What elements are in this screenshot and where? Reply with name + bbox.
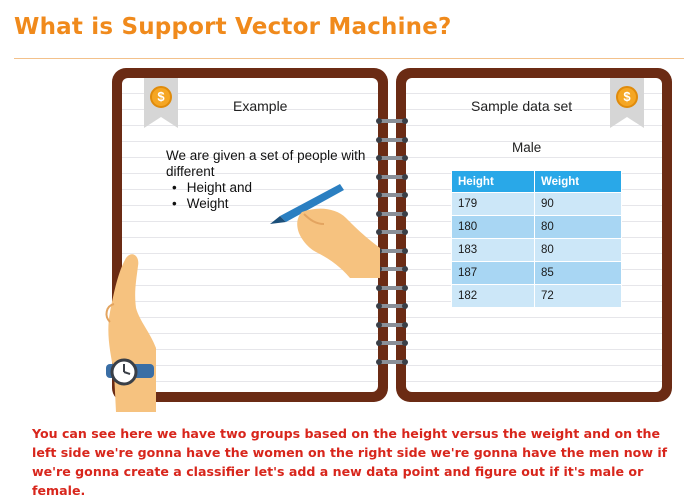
table-row: 179 90 — [451, 192, 622, 216]
spiral-ring — [374, 320, 410, 330]
sample-data-table: Height Weight 179 90 180 80 183 80 187 8… — [451, 170, 622, 308]
table-cell: 182 — [451, 284, 535, 308]
spiral-ring — [374, 357, 410, 367]
table-cell: 80 — [534, 215, 622, 239]
table-header-row: Height Weight — [451, 170, 622, 193]
spiral-ring — [374, 283, 410, 293]
table-cell: 90 — [534, 192, 622, 216]
right-page-heading: Sample data set — [471, 98, 573, 114]
male-label: Male — [512, 140, 542, 155]
table-cell: 180 — [451, 215, 535, 239]
left-page-heading: Example — [233, 98, 288, 114]
table-row: 182 72 — [451, 284, 622, 308]
column-header: Weight — [534, 170, 622, 193]
spiral-ring — [374, 135, 410, 145]
intro-text: We are given a set of people with differ… — [166, 148, 366, 179]
title-divider — [14, 58, 684, 59]
table-cell: 80 — [534, 238, 622, 262]
spiral-ring — [374, 338, 410, 348]
table-row: 180 80 — [451, 215, 622, 239]
spiral-ring — [374, 301, 410, 311]
table-cell: 179 — [451, 192, 535, 216]
table-row: 183 80 — [451, 238, 622, 262]
caption-text: You can see here we have two groups base… — [32, 426, 668, 498]
table-cell: 187 — [451, 261, 535, 285]
spiral-ring — [374, 116, 410, 126]
table-cell: 183 — [451, 238, 535, 262]
holding-hand-icon — [105, 254, 156, 412]
table-row: 187 85 — [451, 261, 622, 285]
dollar-coin-icon: $ — [150, 86, 172, 108]
page-title: What is Support Vector Machine? — [14, 14, 452, 40]
column-header: Height — [451, 170, 535, 193]
table-cell: 85 — [534, 261, 622, 285]
table-cell: 72 — [534, 284, 622, 308]
dollar-coin-icon: $ — [616, 86, 638, 108]
spiral-ring — [374, 153, 410, 163]
writing-hand-icon — [270, 184, 380, 278]
